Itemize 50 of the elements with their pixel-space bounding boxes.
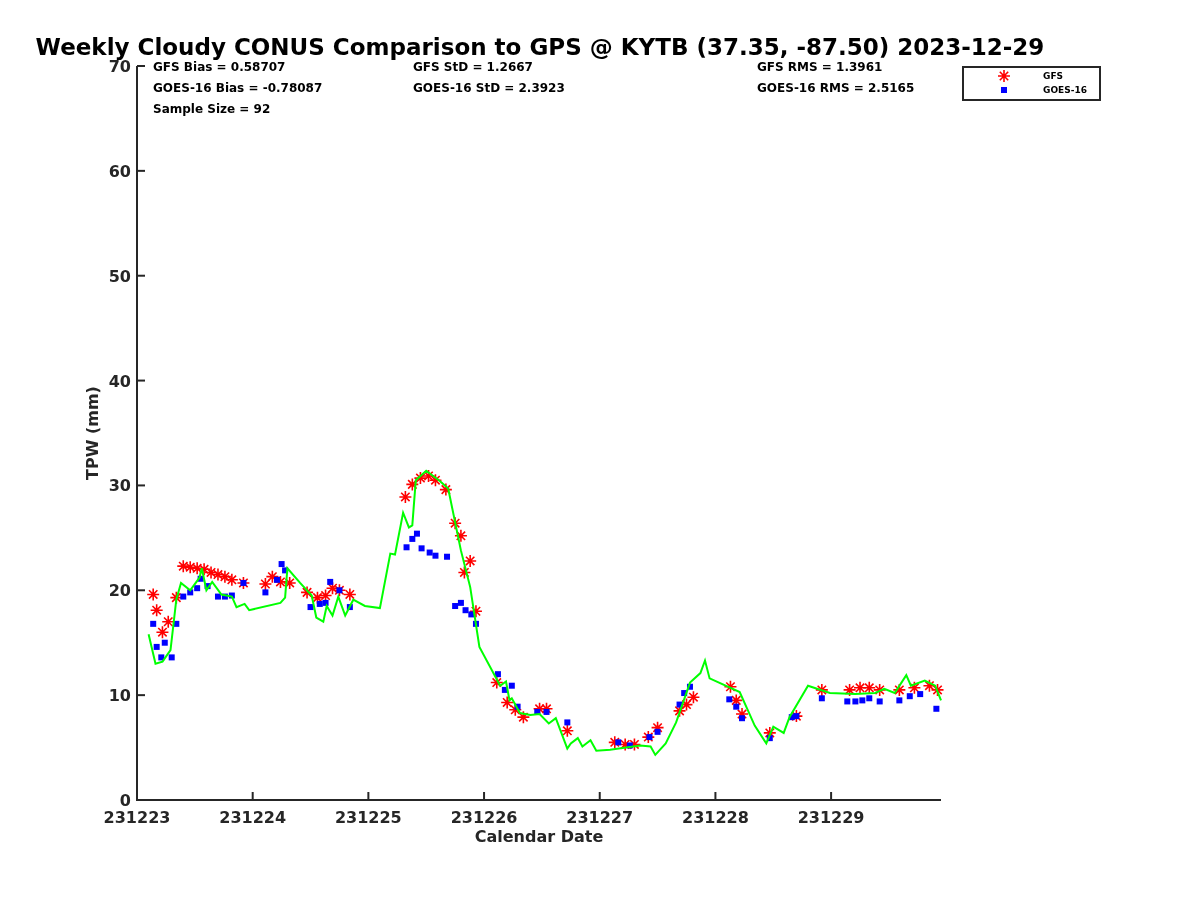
x-axis-title: Calendar Date [474, 827, 604, 846]
y-axis-title: TPW (mm) [83, 386, 102, 480]
stat-text: GOES-16 StD = 2.3923 [413, 81, 565, 95]
data-point [428, 473, 443, 487]
stat-text: GFS RMS = 1.3961 [757, 60, 883, 74]
data-point [158, 654, 165, 661]
tick-label: 60 [108, 161, 131, 181]
data-point [421, 469, 436, 483]
data-point [149, 603, 164, 617]
data-point [454, 528, 468, 543]
data-point [930, 683, 945, 697]
data-point [463, 554, 477, 568]
legend-marker-icon [1001, 87, 1007, 93]
tick-label: 20 [108, 581, 131, 601]
data-point [168, 654, 175, 661]
tick-label: 231227 [566, 808, 634, 827]
data-point [218, 569, 232, 584]
data-point [403, 544, 410, 551]
tick-label: 40 [108, 371, 131, 391]
data-point [444, 553, 451, 560]
data-point [933, 705, 940, 712]
tick-label: 231224 [219, 808, 287, 827]
tick-label: 231226 [450, 808, 518, 827]
legend-label: GOES-16 [1043, 85, 1087, 95]
data-point [398, 490, 413, 504]
tick-label: 30 [108, 476, 131, 496]
stat-text: GFS Bias = 0.58707 [153, 60, 286, 74]
tick-label: 10 [108, 686, 131, 706]
data-point [405, 477, 420, 492]
data-point [300, 585, 314, 600]
data-point [723, 679, 738, 694]
data-point [413, 471, 428, 485]
tick-label: 231229 [797, 808, 865, 827]
tick-label: 231225 [334, 808, 402, 827]
stat-text: GOES-16 RMS = 2.5165 [757, 81, 915, 95]
legend-marker-icon [997, 69, 1011, 83]
data-point [439, 482, 453, 497]
tick-label: 0 [119, 791, 131, 810]
stat-text: GOES-16 Bias = -0.78087 [153, 81, 323, 95]
tick-label: 231228 [682, 808, 749, 827]
tick-label: 231223 [103, 808, 171, 827]
data-point [176, 559, 191, 573]
data-point [448, 516, 462, 530]
tick-label: 50 [108, 266, 131, 286]
data-point [346, 604, 353, 611]
data-point [282, 576, 297, 590]
stat-text: GFS StD = 1.2667 [413, 60, 533, 74]
data-point [457, 565, 472, 580]
legend-label: GFS [1043, 71, 1064, 81]
stat-text: Sample Size = 92 [153, 102, 271, 116]
